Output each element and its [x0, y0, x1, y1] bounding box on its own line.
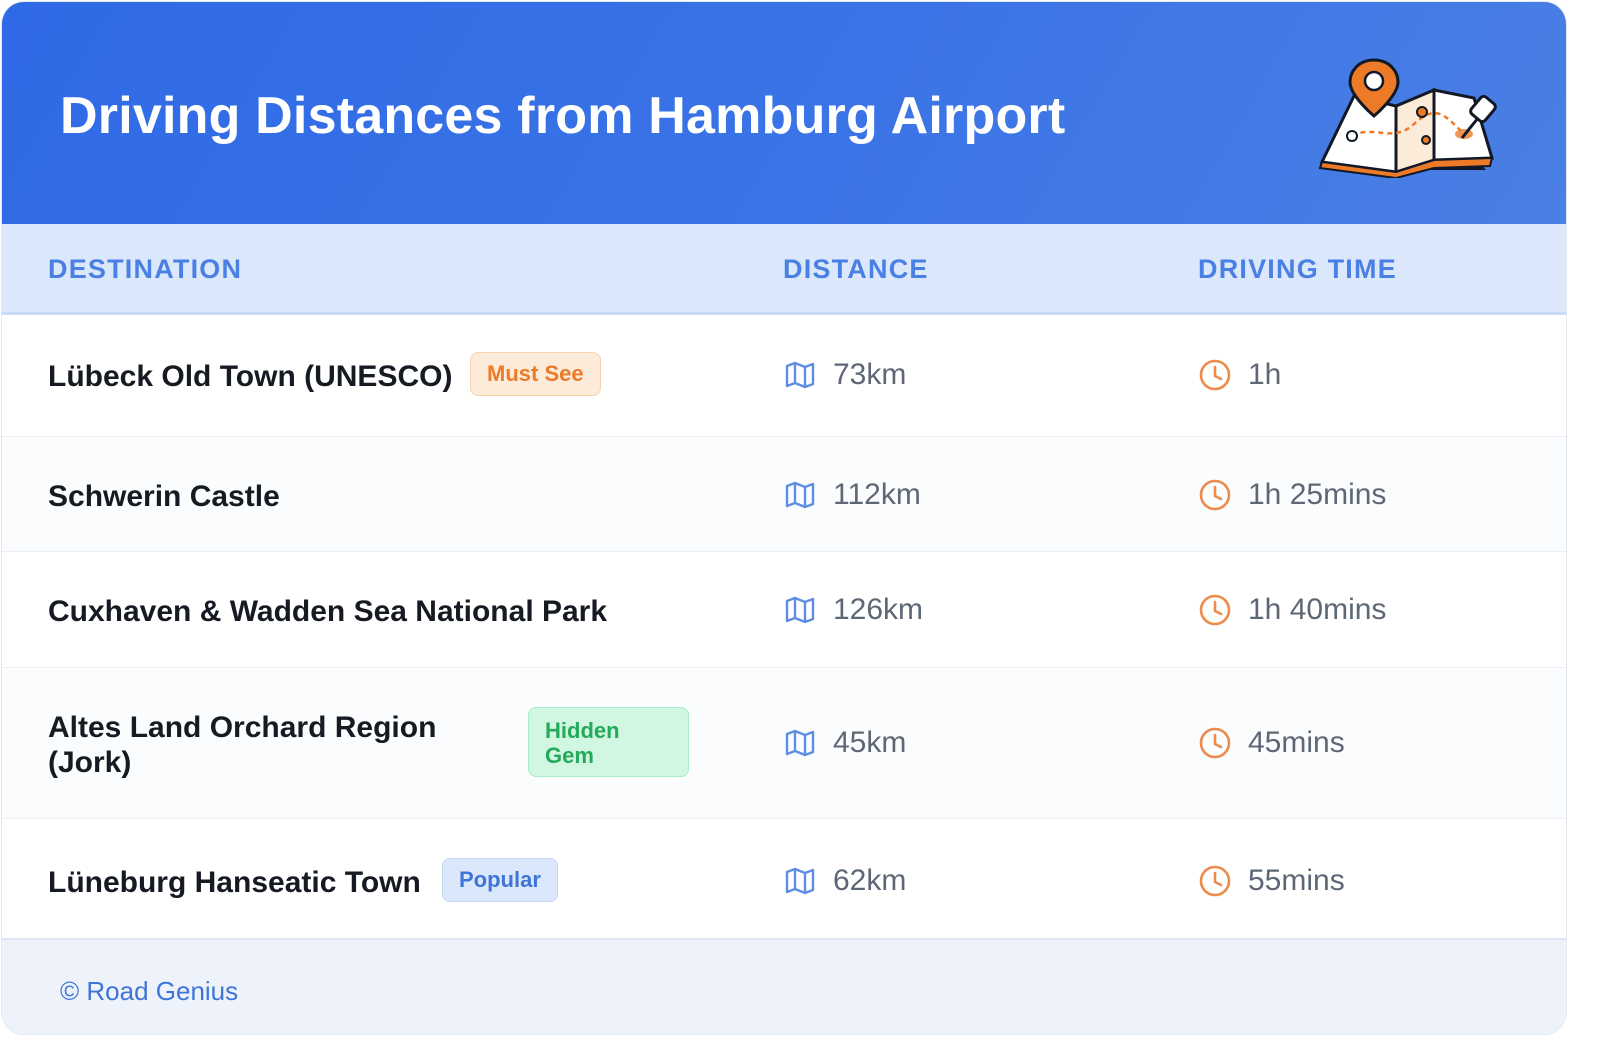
distance-cell: 126km — [783, 593, 923, 627]
table-row: Lüneburg Hanseatic Town Popular 62km 55m… — [2, 819, 1566, 941]
must-see-badge: Must See — [470, 352, 601, 396]
table-row: Altes Land Orchard Region (Jork) Hidden … — [2, 668, 1566, 819]
distance-value: 62km — [833, 864, 907, 897]
time-cell: 1h 40mins — [1198, 593, 1386, 627]
column-header-destination: DESTINATION — [48, 254, 243, 284]
column-header-distance: DISTANCE — [783, 254, 929, 284]
header-banner: Driving Distances from Hamburg Airport — [2, 2, 1566, 224]
map-icon — [785, 481, 815, 509]
time-value: 1h 25mins — [1248, 478, 1387, 511]
distance-cell: 112km — [783, 478, 921, 512]
time-value: 1h 40mins — [1248, 593, 1387, 626]
footer-credit[interactable]: © Road Genius — [60, 976, 238, 1007]
clock-icon — [1199, 359, 1231, 391]
distance-value: 73km — [833, 358, 907, 391]
map-icon — [785, 729, 815, 757]
map-icon — [785, 596, 815, 624]
map-pin-illustration-icon — [1318, 58, 1497, 178]
time-cell: 1h — [1198, 358, 1281, 392]
destination-name: Altes Land Orchard Region (Jork) — [48, 711, 437, 779]
column-header-driving-time: DRIVING TIME — [1198, 254, 1397, 284]
distance-cell: 62km — [783, 864, 906, 898]
time-cell: 45mins — [1198, 726, 1345, 760]
distance-value: 126km — [833, 593, 924, 626]
distance-value: 45km — [833, 726, 907, 759]
time-value: 45mins — [1248, 726, 1345, 759]
time-cell: 1h 25mins — [1198, 478, 1386, 512]
table-header: DESTINATION DISTANCE DRIVING TIME — [2, 224, 1566, 315]
distance-cell: 45km — [783, 726, 906, 760]
clock-icon — [1199, 479, 1231, 511]
table-row: Cuxhaven & Wadden Sea National Park 126k… — [2, 552, 1566, 668]
footer: © Road Genius — [2, 938, 1566, 1034]
destination-name: Schwerin Castle — [48, 480, 280, 513]
table-row: Schwerin Castle 112km 1h 25mins — [2, 437, 1566, 552]
time-value: 1h — [1248, 358, 1282, 391]
map-icon — [785, 361, 815, 389]
time-value: 55mins — [1248, 864, 1345, 897]
destination-name: Lübeck Old Town (UNESCO) — [48, 360, 453, 393]
distance-card: Driving Distances from Hamburg Airport D… — [2, 2, 1566, 1034]
clock-icon — [1199, 594, 1231, 626]
popular-badge: Popular — [442, 858, 558, 902]
destination-name: Cuxhaven & Wadden Sea National Park — [48, 595, 608, 628]
time-cell: 55mins — [1198, 864, 1345, 898]
clock-icon — [1199, 727, 1231, 759]
page-title: Driving Distances from Hamburg Airport — [60, 87, 1066, 145]
hidden-gem-badge: Hidden Gem — [528, 707, 689, 777]
distance-value: 112km — [833, 478, 921, 511]
clock-icon — [1199, 865, 1231, 897]
distance-cell: 73km — [783, 358, 906, 392]
table-row: Lübeck Old Town (UNESCO) Must See 73km 1… — [2, 315, 1566, 437]
destination-name: Lüneburg Hanseatic Town — [48, 866, 421, 899]
map-icon — [785, 867, 815, 895]
